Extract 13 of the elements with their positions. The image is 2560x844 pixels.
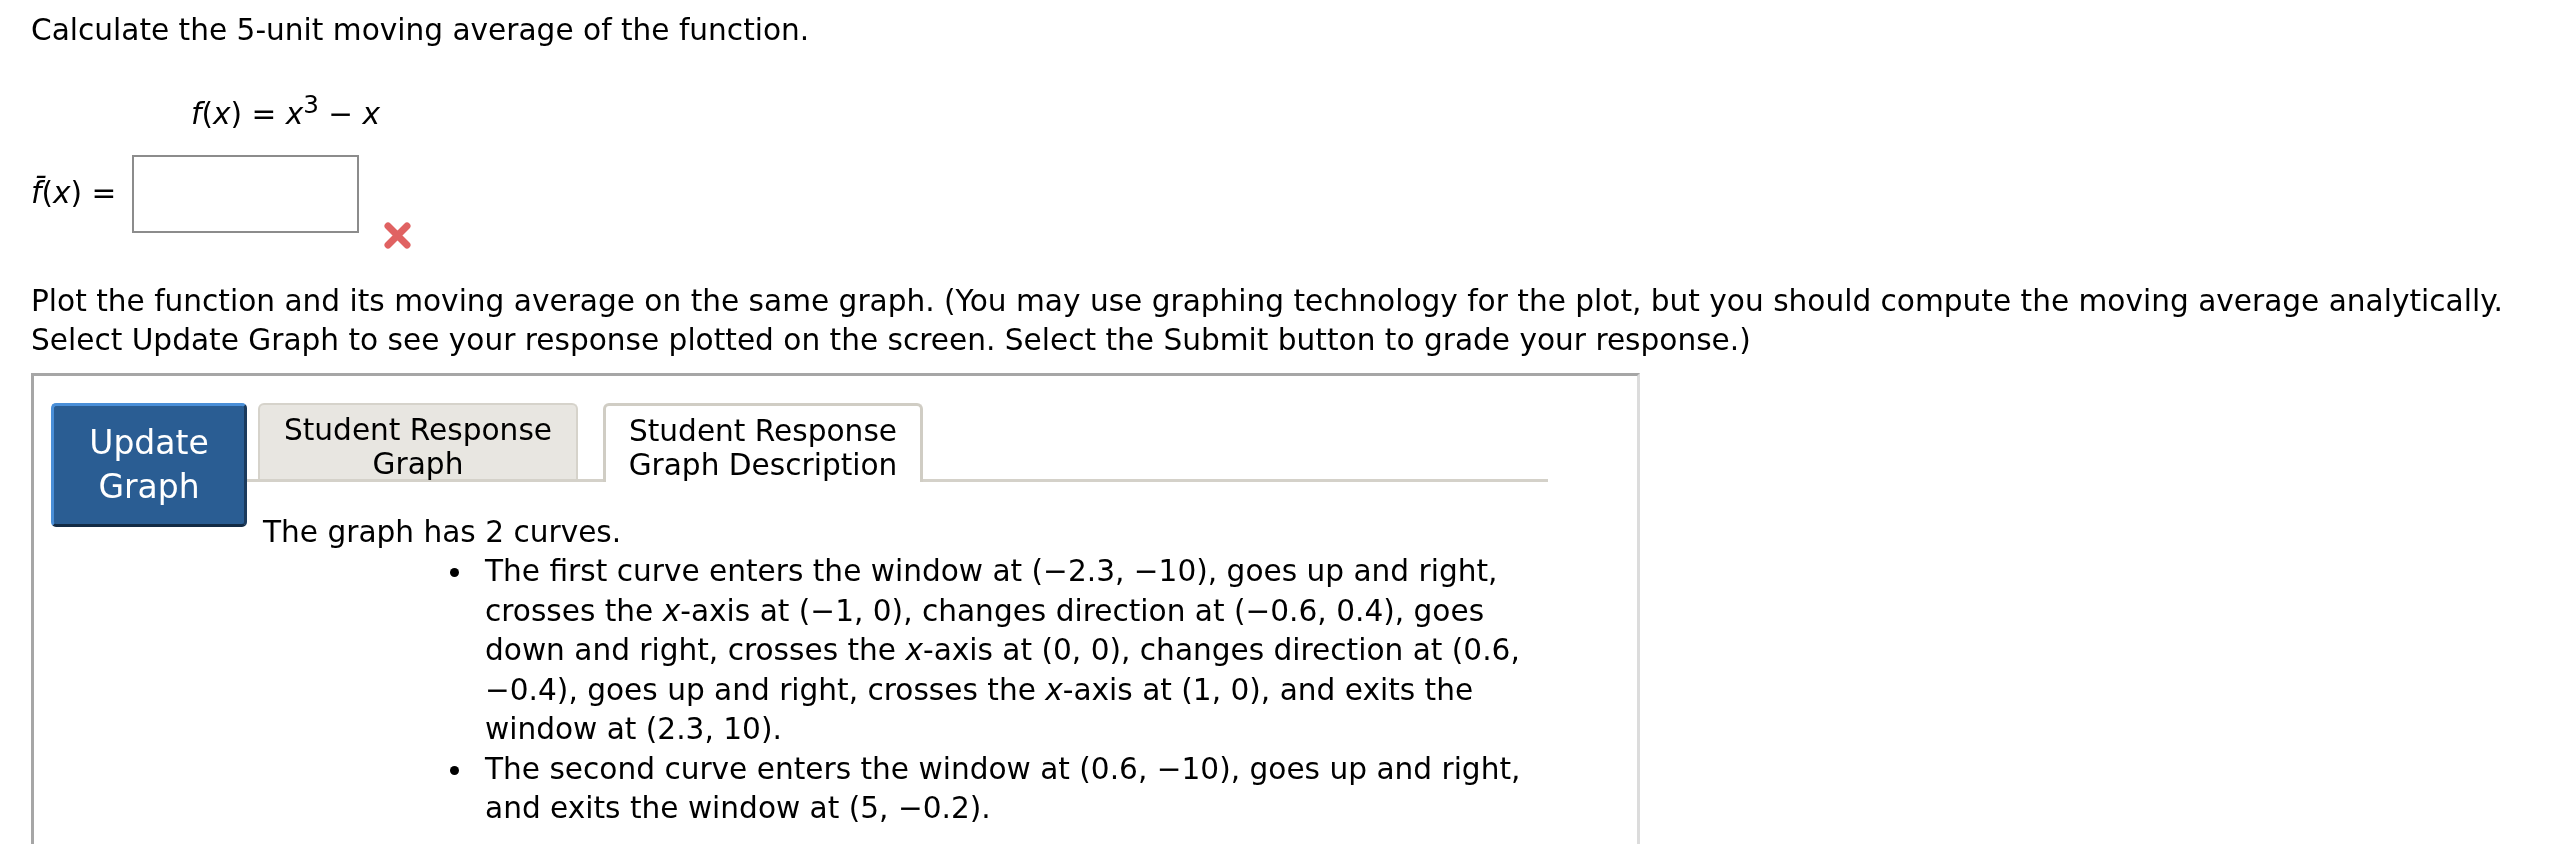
tab[interactable]: Student Response Graph	[258, 402, 578, 479]
update-graph-button[interactable]: Update Graph	[51, 402, 247, 527]
tab[interactable]: Student Response Graph Description	[603, 402, 923, 482]
answer-field[interactable]	[132, 154, 360, 233]
bullet-icon	[450, 765, 459, 775]
function-formula: f(x) = x$^{3}$ − x	[191, 89, 380, 133]
question-text: Calculate the 5-unit moving average of the function.	[31, 12, 810, 49]
answer-label: f̄(x) =	[31, 174, 117, 212]
graph-description-text: The graph has 2 curves.	[263, 513, 623, 551]
curve-description: The first curve enters the window at (−2.3, −10), goes up and right, crosses the x-axis at (−1, 0), changes direction at (−0.6, 0.4), goes down and right, crosses the x-axis at (0, 0), changes direction at (0.6, −0.4), goes up and right, crosses the x-axis at (1, 0), and exits the window at (2.3, 10).	[485, 553, 1521, 749]
instructions-text: Plot the function and its moving average on the same graph. (You may use graphing technology for the plot, but you should compute the moving average analytically. Select Update Graph to see your response plotted on the screen. Select the Submit button to grade your response.)	[31, 282, 2504, 359]
bullet-icon	[450, 568, 459, 578]
curve-description: The second curve enters the window at (0.6, −10), goes up and right, and exits the window at (5, −0.2).	[485, 750, 1522, 828]
